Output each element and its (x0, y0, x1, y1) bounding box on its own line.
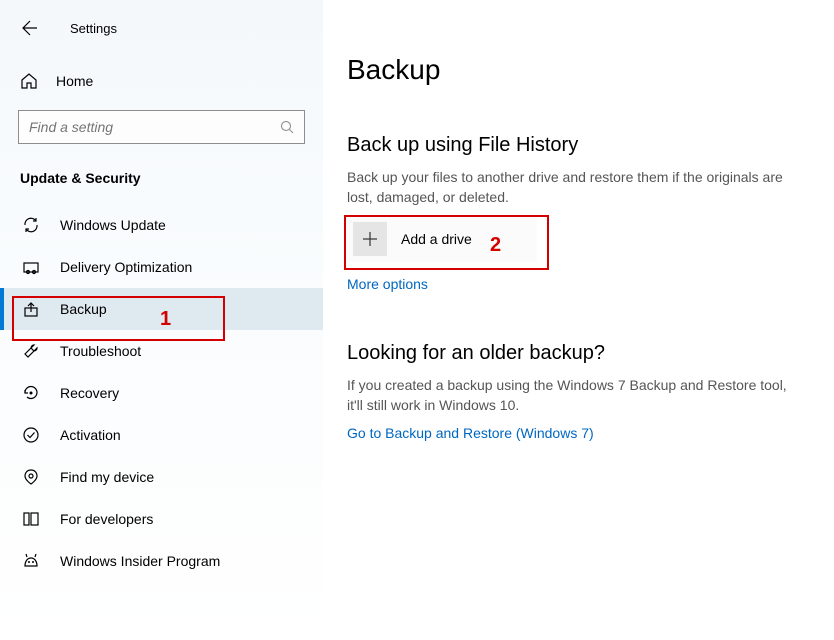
sidebar-item-windows-update[interactable]: Windows Update (0, 204, 323, 246)
location-icon (22, 468, 40, 486)
section-heading: Update & Security (0, 164, 323, 204)
sidebar-item-label: Activation (60, 427, 121, 443)
developers-icon (22, 510, 40, 528)
home-icon (20, 72, 38, 90)
sidebar-item-label: Delivery Optimization (60, 259, 192, 275)
main-content: Backup Back up using File History Back u… (323, 0, 834, 640)
sidebar-item-backup[interactable]: Backup (0, 288, 323, 330)
sidebar-item-label: Troubleshoot (60, 343, 141, 359)
add-drive-label: Add a drive (401, 231, 472, 247)
sidebar-item-label: Windows Insider Program (60, 553, 220, 569)
plus-icon (353, 222, 387, 256)
sidebar-item-label: Find my device (60, 469, 154, 485)
sidebar-item-for-developers[interactable]: For developers (0, 498, 323, 540)
back-arrow-icon[interactable] (20, 18, 40, 38)
page-title: Backup (347, 54, 804, 86)
search-input[interactable] (29, 119, 280, 135)
recovery-icon (22, 384, 40, 402)
sidebar-item-label: Recovery (60, 385, 119, 401)
sidebar-item-find-my-device[interactable]: Find my device (0, 456, 323, 498)
check-circle-icon (22, 426, 40, 444)
sync-icon (22, 216, 40, 234)
home-nav-item[interactable]: Home (0, 62, 323, 100)
sidebar-item-label: For developers (60, 511, 153, 527)
backup-restore-link[interactable]: Go to Backup and Restore (Windows 7) (347, 425, 594, 441)
older-backup-description: If you created a backup using the Window… (347, 375, 804, 416)
older-backup-section: Looking for an older backup? If you crea… (347, 342, 804, 444)
search-box[interactable] (18, 110, 305, 144)
backup-icon (22, 300, 40, 318)
sidebar-item-windows-insider[interactable]: Windows Insider Program (0, 540, 323, 582)
title-bar: Settings (0, 18, 323, 38)
sidebar-item-recovery[interactable]: Recovery (0, 372, 323, 414)
sidebar-item-troubleshoot[interactable]: Troubleshoot (0, 330, 323, 372)
app-title: Settings (70, 21, 117, 36)
delivery-icon (22, 258, 40, 276)
sidebar-item-activation[interactable]: Activation (0, 414, 323, 456)
search-icon (280, 120, 294, 134)
sidebar-item-delivery-optimization[interactable]: Delivery Optimization (0, 246, 323, 288)
file-history-description: Back up your files to another drive and … (347, 167, 804, 208)
insider-icon (22, 552, 40, 570)
file-history-heading: Back up using File History (347, 134, 804, 157)
more-options-link[interactable]: More options (347, 276, 428, 292)
older-backup-heading: Looking for an older backup? (347, 342, 804, 365)
sidebar-item-label: Windows Update (60, 217, 166, 233)
home-label: Home (56, 73, 93, 89)
add-drive-button[interactable]: Add a drive (347, 216, 537, 262)
sidebar-item-label: Backup (60, 301, 107, 317)
sidebar: Settings Home Update & Security Windows … (0, 0, 323, 640)
wrench-icon (22, 342, 40, 360)
